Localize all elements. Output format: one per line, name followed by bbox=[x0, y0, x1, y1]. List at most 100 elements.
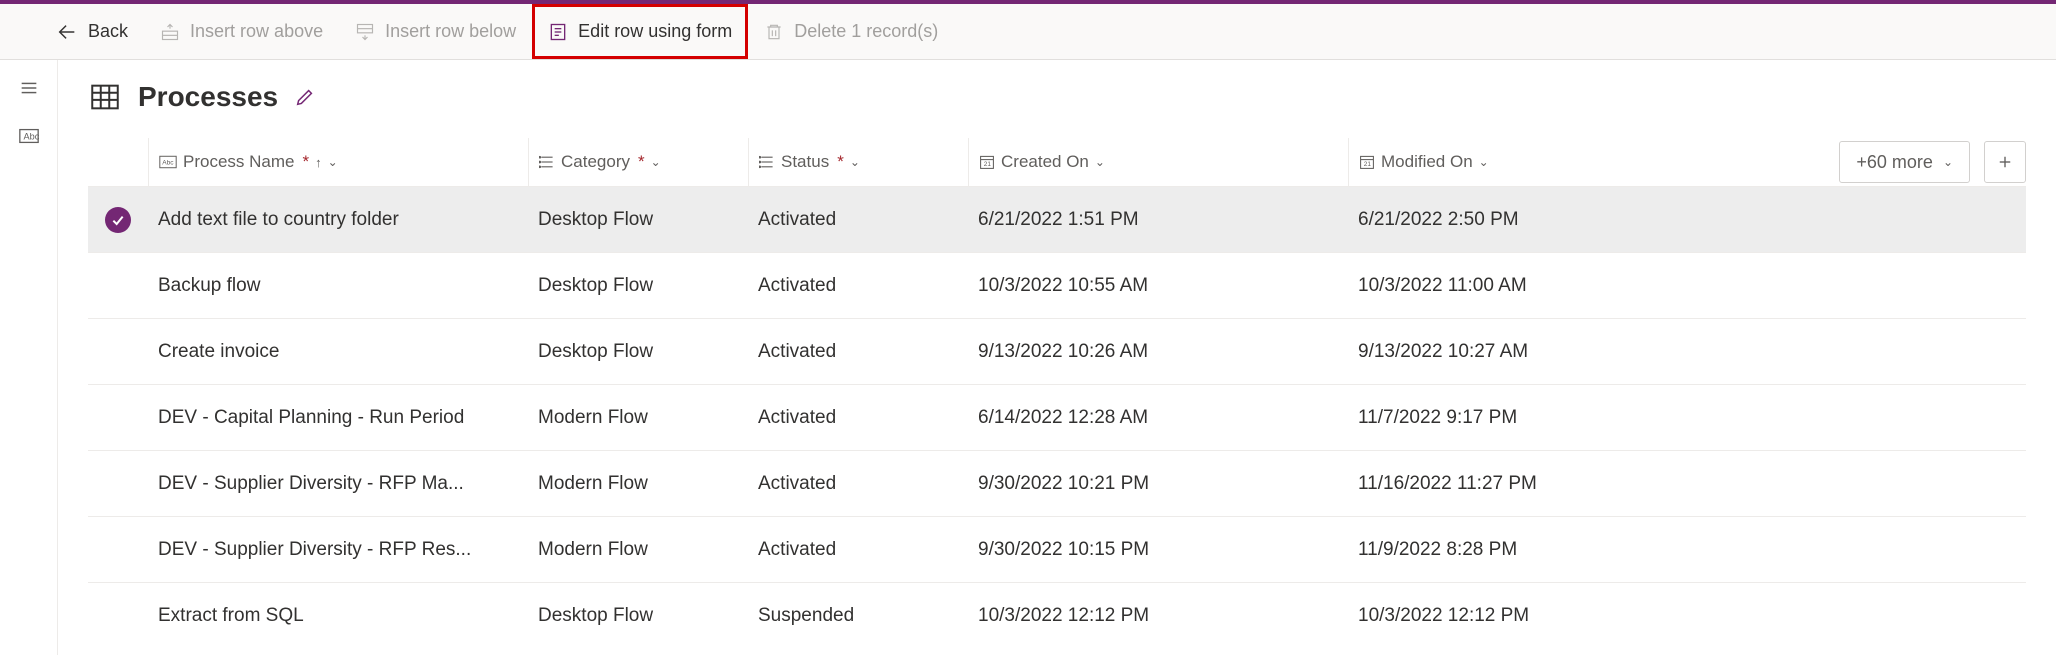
edit-row-form-button[interactable]: Edit row using form bbox=[532, 4, 748, 59]
cell-category: Desktop Flow bbox=[528, 209, 748, 231]
cell-created-on: 6/21/2022 1:51 PM bbox=[968, 209, 1348, 231]
cell-category: Modern Flow bbox=[528, 473, 748, 495]
svg-text:Abc: Abc bbox=[23, 132, 39, 142]
cell-process-name: DEV - Supplier Diversity - RFP Res... bbox=[148, 539, 528, 561]
data-table: Abc Process Name * ↑ ⌄ Catego bbox=[88, 138, 2026, 648]
table-row[interactable]: Create invoiceDesktop FlowActivated9/13/… bbox=[88, 318, 2026, 384]
chevron-down-icon: ⌄ bbox=[328, 155, 338, 169]
left-rail: Abc bbox=[0, 60, 58, 655]
checkmark-icon bbox=[105, 207, 131, 233]
cell-status: Activated bbox=[748, 473, 968, 495]
required-asterisk: * bbox=[837, 152, 844, 172]
cell-process-name: DEV - Capital Planning - Run Period bbox=[148, 407, 528, 429]
trash-icon bbox=[764, 22, 784, 42]
column-header-modified-on[interactable]: 21 Modified On ⌄ bbox=[1348, 138, 1728, 186]
cell-created-on: 9/13/2022 10:26 AM bbox=[968, 341, 1348, 363]
cell-category: Modern Flow bbox=[528, 407, 748, 429]
column-label: Category bbox=[561, 152, 630, 172]
row-select[interactable] bbox=[88, 207, 148, 233]
cell-process-name: Extract from SQL bbox=[148, 605, 528, 627]
calendar-icon: 21 bbox=[979, 154, 995, 170]
cell-status: Activated bbox=[748, 341, 968, 363]
cell-modified-on: 6/21/2022 2:50 PM bbox=[1348, 209, 1728, 231]
column-header-category[interactable]: Category * ⌄ bbox=[528, 138, 748, 186]
command-bar: Back Insert row above Insert row below E… bbox=[0, 4, 2056, 60]
cell-status: Suspended bbox=[748, 605, 968, 627]
column-label: Status bbox=[781, 152, 829, 172]
insert-row-below-label: Insert row below bbox=[385, 21, 516, 42]
back-button[interactable]: Back bbox=[40, 4, 144, 59]
cell-process-name: DEV - Supplier Diversity - RFP Ma... bbox=[148, 473, 528, 495]
table-row[interactable]: Backup flowDesktop FlowActivated10/3/202… bbox=[88, 252, 2026, 318]
column-label: Created On bbox=[1001, 152, 1089, 172]
insert-row-above-icon bbox=[160, 22, 180, 42]
cell-modified-on: 10/3/2022 12:12 PM bbox=[1348, 605, 1728, 627]
required-asterisk: * bbox=[302, 152, 309, 172]
cell-category: Desktop Flow bbox=[528, 341, 748, 363]
cell-status: Activated bbox=[748, 407, 968, 429]
insert-row-above-label: Insert row above bbox=[190, 21, 323, 42]
cell-process-name: Add text file to country folder bbox=[148, 209, 528, 231]
add-column-button[interactable] bbox=[1984, 141, 2026, 183]
table-row[interactable]: DEV - Capital Planning - Run PeriodModer… bbox=[88, 384, 2026, 450]
cell-process-name: Create invoice bbox=[148, 341, 528, 363]
cell-category: Modern Flow bbox=[528, 539, 748, 561]
cell-category: Desktop Flow bbox=[528, 605, 748, 627]
column-label: Modified On bbox=[1381, 152, 1473, 172]
back-label: Back bbox=[88, 21, 128, 42]
page-title: Processes bbox=[138, 81, 278, 113]
more-columns-button[interactable]: +60 more ⌄ bbox=[1839, 141, 1970, 183]
cell-category: Desktop Flow bbox=[528, 275, 748, 297]
calendar-icon: 21 bbox=[1359, 154, 1375, 170]
choice-type-icon bbox=[539, 154, 555, 170]
choice-type-icon bbox=[759, 154, 775, 170]
table-row[interactable]: DEV - Supplier Diversity - RFP Ma...Mode… bbox=[88, 450, 2026, 516]
column-label: Process Name bbox=[183, 152, 294, 172]
chevron-down-icon: ⌄ bbox=[1479, 155, 1489, 169]
hamburger-icon[interactable] bbox=[15, 74, 43, 102]
column-header-created-on[interactable]: 21 Created On ⌄ bbox=[968, 138, 1348, 186]
insert-row-below-button[interactable]: Insert row below bbox=[339, 4, 532, 59]
cell-status: Activated bbox=[748, 539, 968, 561]
cell-status: Activated bbox=[748, 275, 968, 297]
cell-modified-on: 11/16/2022 11:27 PM bbox=[1348, 473, 1728, 495]
table-row[interactable]: Extract from SQLDesktop FlowSuspended10/… bbox=[88, 582, 2026, 648]
edit-pencil-icon[interactable] bbox=[294, 86, 316, 108]
insert-row-below-icon bbox=[355, 22, 375, 42]
column-header-process-name[interactable]: Abc Process Name * ↑ ⌄ bbox=[148, 138, 528, 186]
delete-records-label: Delete 1 record(s) bbox=[794, 21, 938, 42]
cell-modified-on: 9/13/2022 10:27 AM bbox=[1348, 341, 1728, 363]
table-row[interactable]: DEV - Supplier Diversity - RFP Res...Mod… bbox=[88, 516, 2026, 582]
edit-row-form-label: Edit row using form bbox=[578, 21, 732, 42]
form-icon bbox=[548, 22, 568, 42]
svg-text:Abc: Abc bbox=[162, 159, 174, 166]
cell-created-on: 10/3/2022 10:55 AM bbox=[968, 275, 1348, 297]
chevron-down-icon: ⌄ bbox=[1095, 155, 1105, 169]
chevron-down-icon: ⌄ bbox=[850, 155, 860, 169]
required-asterisk: * bbox=[638, 152, 645, 172]
table-header-row: Abc Process Name * ↑ ⌄ Catego bbox=[88, 138, 2026, 186]
arrow-left-icon bbox=[56, 21, 78, 43]
svg-text:21: 21 bbox=[1364, 161, 1372, 168]
cell-created-on: 10/3/2022 12:12 PM bbox=[968, 605, 1348, 627]
cell-modified-on: 10/3/2022 11:00 AM bbox=[1348, 275, 1728, 297]
column-header-status[interactable]: Status * ⌄ bbox=[748, 138, 968, 186]
text-field-icon[interactable]: Abc bbox=[15, 122, 43, 150]
table-row[interactable]: Add text file to country folderDesktop F… bbox=[88, 186, 2026, 252]
text-type-icon: Abc bbox=[159, 155, 177, 169]
sort-ascending-icon: ↑ bbox=[315, 155, 322, 170]
chevron-down-icon: ⌄ bbox=[651, 155, 661, 169]
cell-created-on: 9/30/2022 10:21 PM bbox=[968, 473, 1348, 495]
page-header: Processes bbox=[88, 80, 2026, 114]
svg-text:21: 21 bbox=[984, 161, 992, 168]
table-icon bbox=[88, 80, 122, 114]
more-columns-label: +60 more bbox=[1856, 152, 1933, 173]
chevron-down-icon: ⌄ bbox=[1943, 155, 1953, 169]
cell-created-on: 6/14/2022 12:28 AM bbox=[968, 407, 1348, 429]
cell-process-name: Backup flow bbox=[148, 275, 528, 297]
cell-status: Activated bbox=[748, 209, 968, 231]
delete-records-button[interactable]: Delete 1 record(s) bbox=[748, 4, 954, 59]
cell-modified-on: 11/7/2022 9:17 PM bbox=[1348, 407, 1728, 429]
insert-row-above-button[interactable]: Insert row above bbox=[144, 4, 339, 59]
cell-created-on: 9/30/2022 10:15 PM bbox=[968, 539, 1348, 561]
